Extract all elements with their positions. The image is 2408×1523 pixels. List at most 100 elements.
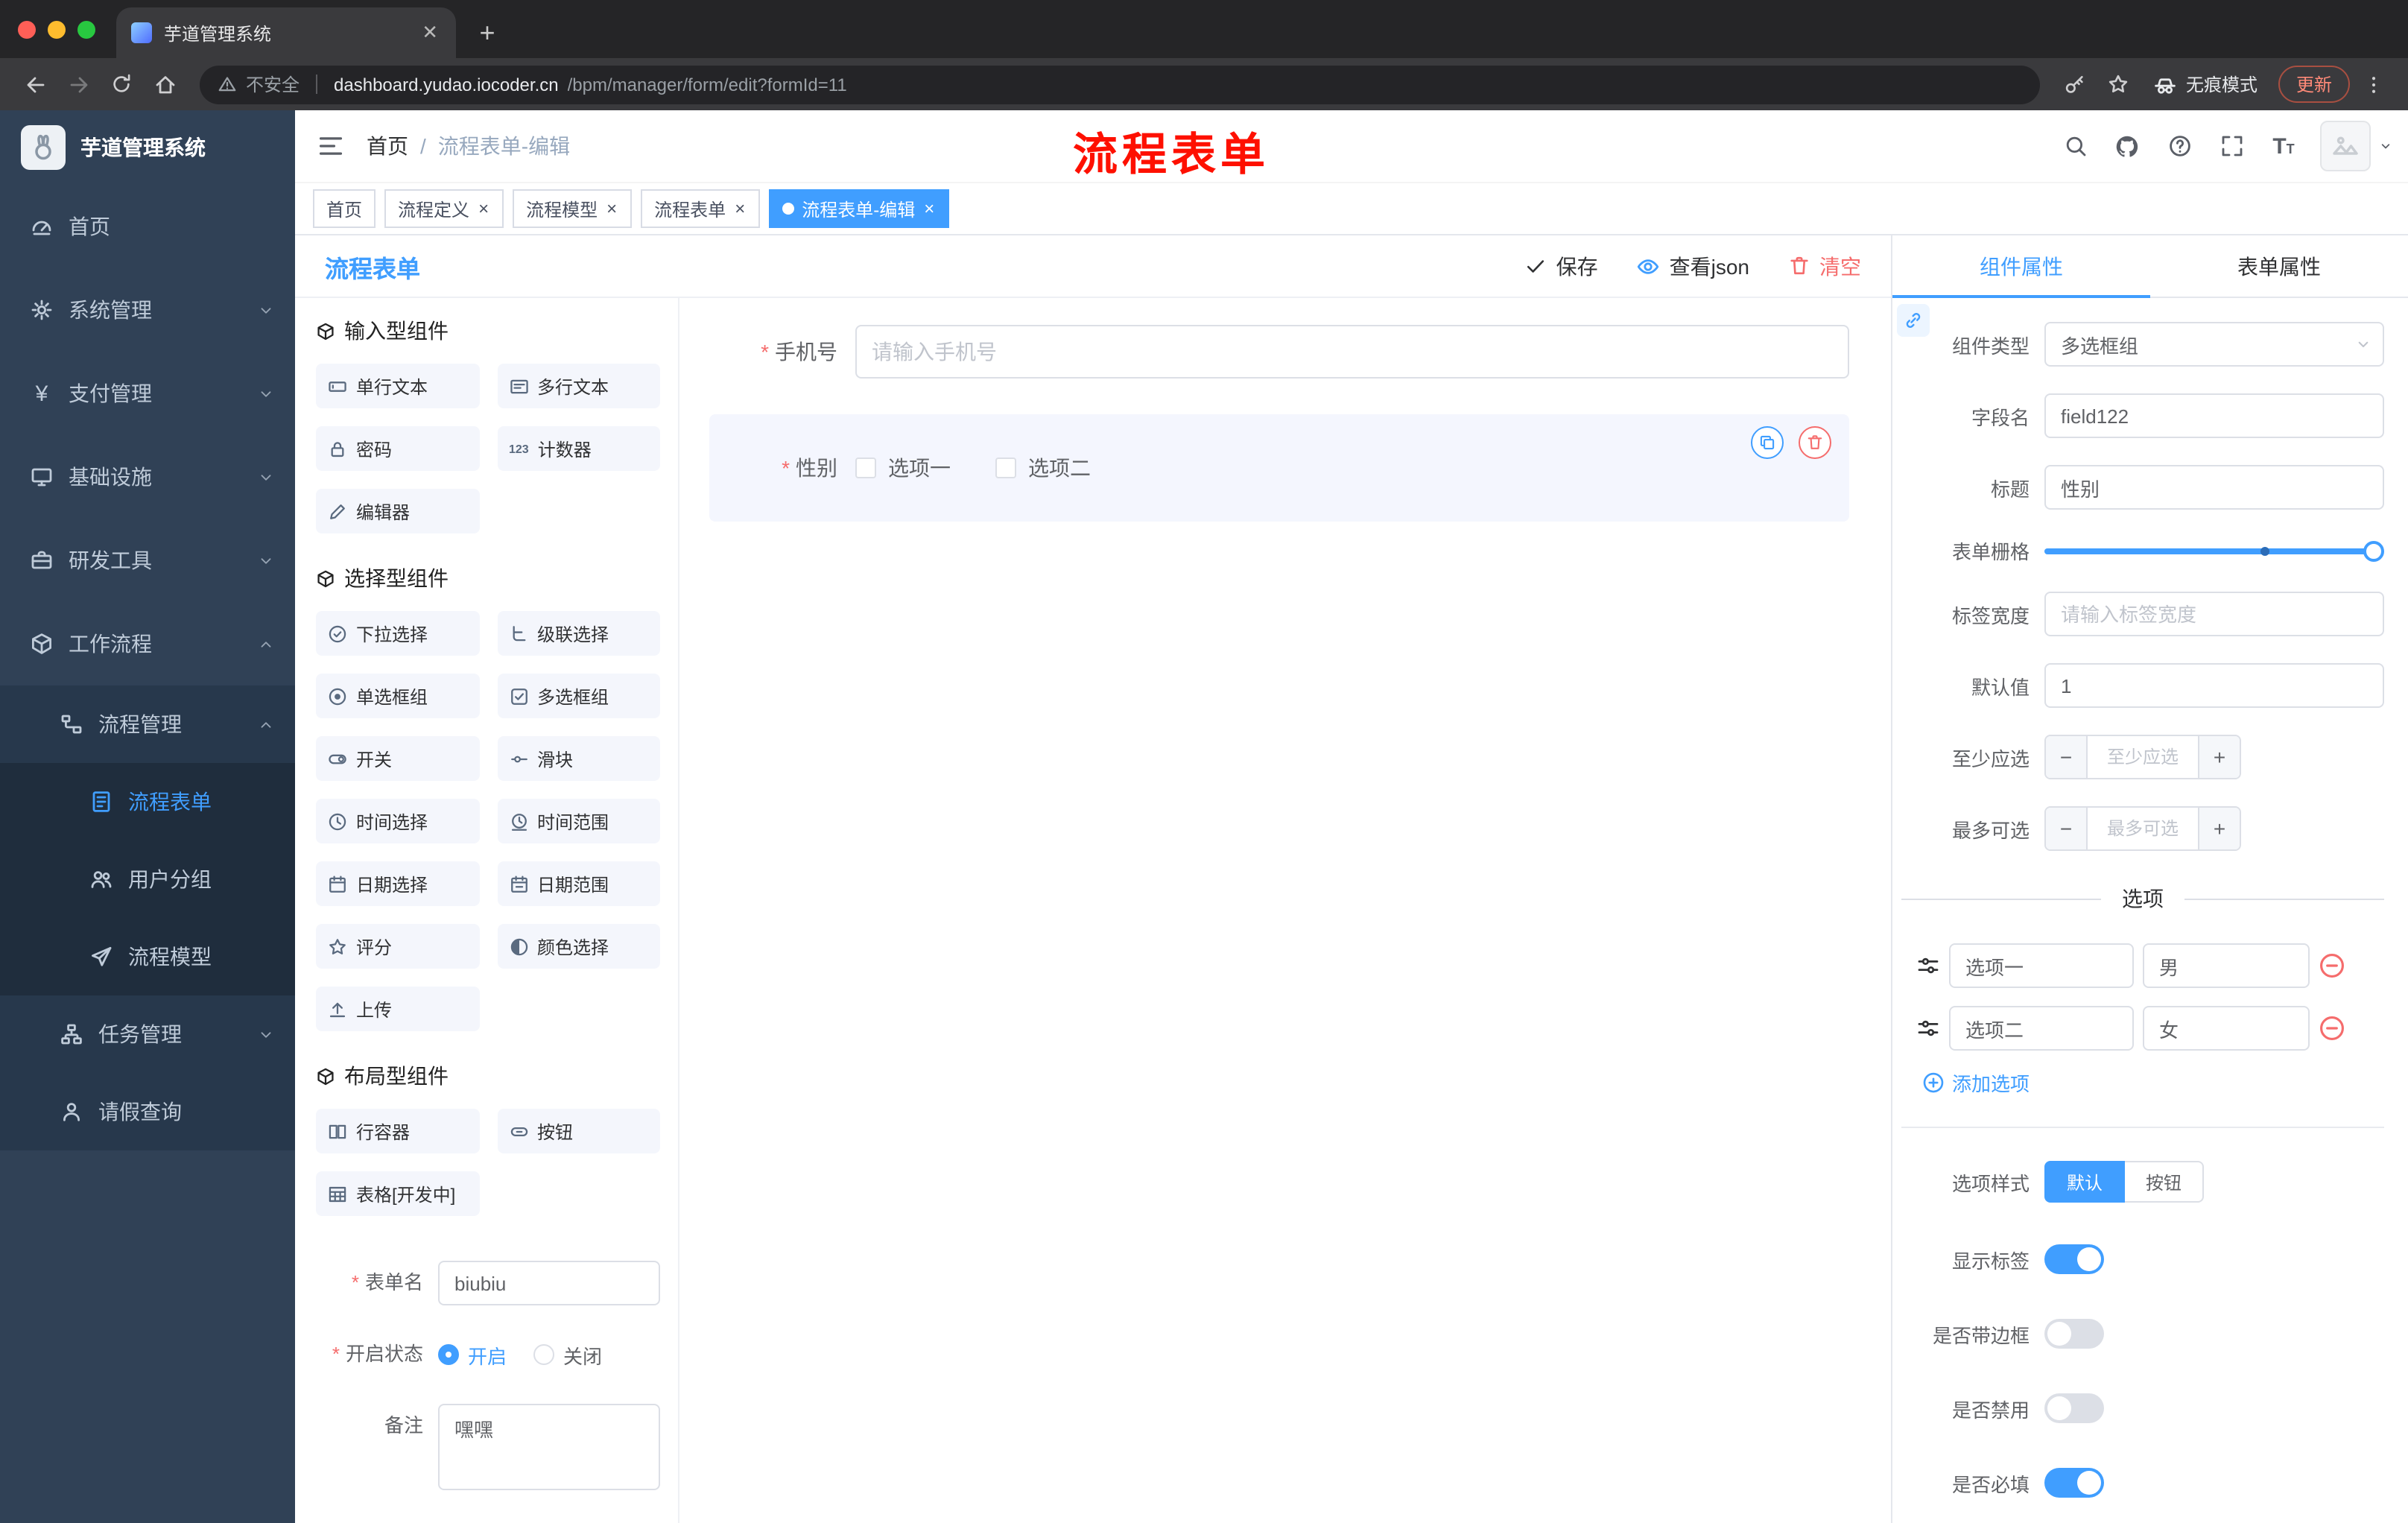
- chip-table[interactable]: 表格[开发中]: [316, 1171, 479, 1216]
- avatar-menu-caret[interactable]: [2378, 139, 2393, 153]
- phone-input[interactable]: [855, 325, 1849, 379]
- tab-component-props[interactable]: 组件属性: [1892, 235, 2150, 298]
- increase-button[interactable]: +: [2198, 808, 2240, 849]
- tab-close-icon[interactable]: ✕: [419, 21, 441, 45]
- breadcrumb-home[interactable]: 首页: [367, 131, 408, 161]
- chip-counter[interactable]: 123 计数器: [497, 426, 660, 471]
- default-value-input[interactable]: [2044, 663, 2384, 708]
- disabled-switch[interactable]: [2044, 1393, 2104, 1423]
- delete-component-button[interactable]: [1799, 426, 1831, 459]
- option-value-input[interactable]: [2143, 1006, 2310, 1051]
- home-button[interactable]: [145, 64, 185, 104]
- address-bar[interactable]: 不安全 dashboard.yudao.iocoder.cn /bpm/mana…: [200, 65, 2040, 104]
- tag-process-model[interactable]: 流程模型 ×: [513, 189, 633, 228]
- maximize-window-button[interactable]: [77, 20, 95, 38]
- sidebar-item-system[interactable]: 系统管理: [0, 268, 295, 352]
- label-width-input[interactable]: [2044, 592, 2384, 636]
- sidebar-item-home[interactable]: 首页: [0, 185, 295, 268]
- form-remark-textarea[interactable]: 嘿嘿: [438, 1404, 660, 1490]
- chip-slider[interactable]: 滑块: [497, 736, 660, 781]
- increase-button[interactable]: +: [2198, 736, 2240, 778]
- sidebar-item-process-form[interactable]: 流程表单: [0, 763, 295, 840]
- chip-checkbox-group[interactable]: 多选框组: [497, 674, 660, 718]
- sidebar-item-workflow[interactable]: 工作流程: [0, 602, 295, 685]
- min-select-input[interactable]: [2088, 736, 2198, 778]
- avatar[interactable]: [2320, 121, 2371, 171]
- forward-button[interactable]: [58, 64, 98, 104]
- add-option-button[interactable]: 添加选项: [1922, 1068, 2384, 1097]
- close-icon[interactable]: ×: [477, 200, 490, 218]
- status-off-radio[interactable]: 关闭: [533, 1340, 602, 1369]
- tag-process-definition[interactable]: 流程定义 ×: [384, 189, 504, 228]
- github-button[interactable]: [2103, 110, 2152, 182]
- chip-time-picker[interactable]: 时间选择: [316, 799, 479, 843]
- chip-radio-group[interactable]: 单选框组: [316, 674, 479, 718]
- sidebar-item-devtools[interactable]: 研发工具: [0, 519, 295, 602]
- update-button[interactable]: 更新: [2278, 66, 2350, 103]
- gender-option-2[interactable]: 选项二: [995, 453, 1091, 483]
- sidebar-item-payment[interactable]: ¥ 支付管理: [0, 352, 295, 435]
- chip-password[interactable]: 密码: [316, 426, 479, 471]
- tab-form-props[interactable]: 表单属性: [2150, 235, 2408, 297]
- chip-select[interactable]: 下拉选择: [316, 611, 479, 656]
- sidebar-toggle-button[interactable]: [295, 110, 367, 182]
- chip-single-text[interactable]: 单行文本: [316, 364, 479, 408]
- max-select-input[interactable]: [2088, 808, 2198, 849]
- field-name-input[interactable]: [2044, 393, 2384, 438]
- sidebar-item-leave-query[interactable]: 请假查询: [0, 1073, 295, 1150]
- link-button[interactable]: [1897, 304, 1930, 337]
- decrease-button[interactable]: −: [2046, 808, 2088, 849]
- grid-slider[interactable]: [2044, 540, 2385, 561]
- chip-cascader[interactable]: 级联选择: [497, 611, 660, 656]
- chip-multi-text[interactable]: 多行文本: [497, 364, 660, 408]
- slider-handle[interactable]: [2363, 540, 2385, 561]
- component-type-select[interactable]: 多选框组: [2044, 322, 2384, 367]
- close-icon[interactable]: ×: [922, 200, 936, 218]
- chip-date-range[interactable]: 日期范围: [497, 861, 660, 906]
- browser-tab[interactable]: 芋道管理系统 ✕: [116, 7, 456, 58]
- show-label-switch[interactable]: [2044, 1244, 2104, 1274]
- option-label-input[interactable]: [1949, 1006, 2134, 1051]
- chip-editor[interactable]: 编辑器: [316, 489, 479, 533]
- close-icon[interactable]: ×: [605, 200, 618, 218]
- clear-button[interactable]: 清空: [1788, 251, 1861, 281]
- tag-process-form-edit[interactable]: 流程表单-编辑 ×: [769, 189, 950, 228]
- chip-row-container[interactable]: 行容器: [316, 1109, 479, 1153]
- sidebar-item-task-mgmt[interactable]: 任务管理: [0, 995, 295, 1073]
- font-size-button[interactable]: TT: [2259, 110, 2308, 182]
- selected-component[interactable]: 性别 选项一 选项二: [709, 414, 1849, 522]
- back-button[interactable]: [15, 64, 55, 104]
- chip-color-picker[interactable]: 颜色选择: [497, 924, 660, 969]
- border-switch[interactable]: [2044, 1319, 2104, 1349]
- save-button[interactable]: 保存: [1525, 251, 1598, 281]
- status-on-radio[interactable]: 开启: [438, 1340, 507, 1369]
- remove-option-icon[interactable]: [2319, 1015, 2345, 1042]
- browser-menu-button[interactable]: [2353, 64, 2393, 104]
- sidebar-item-process-mgmt[interactable]: 流程管理: [0, 685, 295, 763]
- form-name-input[interactable]: [438, 1261, 660, 1305]
- password-key-button[interactable]: [2055, 64, 2095, 104]
- chip-switch[interactable]: 开关: [316, 736, 479, 781]
- view-json-button[interactable]: 查看json: [1637, 251, 1749, 281]
- reload-button[interactable]: [101, 64, 142, 104]
- required-switch[interactable]: [2044, 1468, 2104, 1498]
- option-label-input[interactable]: [1949, 943, 2134, 988]
- tag-process-form[interactable]: 流程表单 ×: [641, 189, 761, 228]
- sidebar-item-process-model[interactable]: 流程模型: [0, 918, 295, 995]
- copy-component-button[interactable]: [1751, 426, 1784, 459]
- chip-button[interactable]: 按钮: [497, 1109, 660, 1153]
- sidebar-item-infra[interactable]: 基础设施: [0, 435, 295, 519]
- drag-handle-icon[interactable]: [1916, 954, 1940, 978]
- chip-upload[interactable]: 上传: [316, 987, 479, 1031]
- drag-handle-icon[interactable]: [1916, 1016, 1940, 1040]
- tag-home[interactable]: 首页: [313, 189, 376, 228]
- title-input[interactable]: [2044, 465, 2384, 510]
- sidebar-item-user-groups[interactable]: 用户分组: [0, 840, 295, 918]
- remove-option-icon[interactable]: [2319, 952, 2345, 979]
- style-button-button[interactable]: 按钮: [2125, 1161, 2205, 1203]
- help-button[interactable]: [2155, 110, 2204, 182]
- phone-field-row[interactable]: 手机号: [709, 325, 1849, 379]
- close-window-button[interactable]: [18, 20, 36, 38]
- fullscreen-button[interactable]: [2207, 110, 2256, 182]
- gender-option-1[interactable]: 选项一: [855, 453, 951, 483]
